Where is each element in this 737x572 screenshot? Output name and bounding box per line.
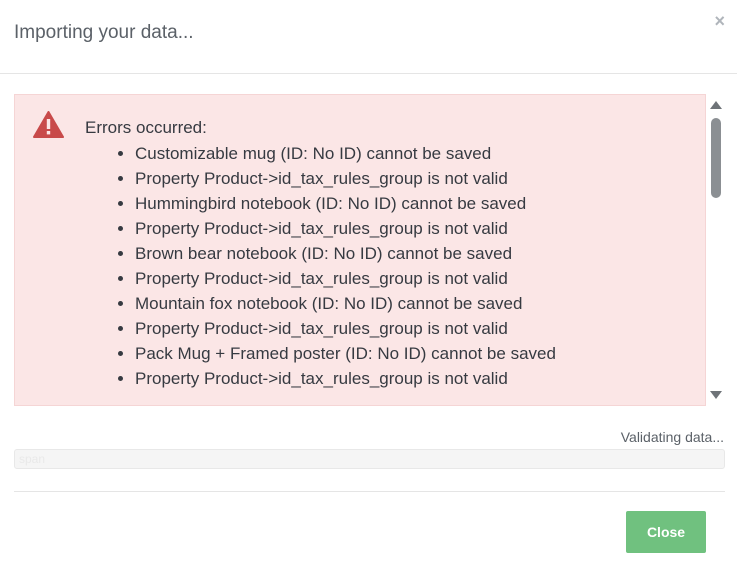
error-list-item: Property Product->id_tax_rules_group is … bbox=[135, 166, 556, 191]
close-button[interactable]: Close bbox=[626, 511, 706, 553]
modal-title: Importing your data... bbox=[14, 22, 194, 43]
error-list-item: Property Product->id_tax_rules_group is … bbox=[135, 316, 556, 341]
error-list: Customizable mug (ID: No ID) cannot be s… bbox=[85, 141, 556, 391]
scroll-down-arrow-icon[interactable] bbox=[710, 391, 722, 399]
error-list-item: Mountain fox notebook (ID: No ID) cannot… bbox=[135, 291, 556, 316]
error-list-item: Customizable mug (ID: No ID) cannot be s… bbox=[135, 141, 556, 166]
error-list-item: Property Product->id_tax_rules_group is … bbox=[135, 366, 556, 391]
modal-header: Importing your data... × bbox=[0, 0, 737, 74]
error-list-item: Brown bear notebook (ID: No ID) cannot b… bbox=[135, 241, 556, 266]
progress-status: Validating data... bbox=[620, 429, 724, 445]
progress-bar-track: span bbox=[14, 449, 725, 469]
import-modal: Importing your data... × Errors occurred… bbox=[0, 0, 737, 572]
error-list-item: Property Product->id_tax_rules_group is … bbox=[135, 216, 556, 241]
error-list-item: Hummingbird notebook (ID: No ID) cannot … bbox=[135, 191, 556, 216]
error-panel: Errors occurred: Customizable mug (ID: N… bbox=[14, 94, 725, 406]
scroll-up-arrow-icon[interactable] bbox=[710, 101, 722, 109]
progress-label: span bbox=[19, 452, 46, 466]
error-alert: Errors occurred: Customizable mug (ID: N… bbox=[14, 94, 706, 406]
error-list-item: Pack Mug + Framed poster (ID: No ID) can… bbox=[135, 341, 556, 366]
error-title: Errors occurred: bbox=[85, 118, 207, 137]
scroll-thumb[interactable] bbox=[711, 118, 721, 198]
error-list-item: Property Product->id_tax_rules_group is … bbox=[135, 266, 556, 291]
error-scrollbar[interactable] bbox=[706, 94, 725, 406]
close-icon[interactable]: × bbox=[714, 12, 725, 30]
footer-divider bbox=[14, 491, 725, 492]
warning-icon bbox=[33, 111, 64, 138]
